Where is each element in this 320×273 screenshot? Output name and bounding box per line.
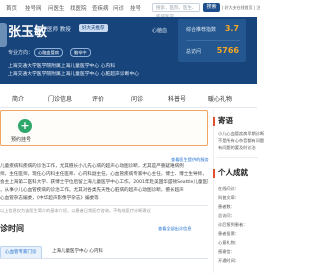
profile-tabs: 简介 门诊信息 评价 问诊 科普号 暖心礼物 bbox=[0, 89, 257, 108]
achievement-row: 感谢信： bbox=[218, 249, 235, 254]
specialty-chip[interactable]: 心脑血管病 bbox=[34, 48, 63, 57]
doctor-title: 主任医师 教授 bbox=[36, 27, 71, 33]
score-label: 综合推荐指数 bbox=[186, 27, 217, 33]
achievement-row: 诊后报到患者： bbox=[218, 222, 248, 227]
score-value: 3.7 bbox=[224, 24, 239, 33]
heading-accent bbox=[213, 117, 215, 126]
schedule-heading: 诊时间 bbox=[0, 224, 24, 233]
nav-item-disease[interactable]: 查疾病 bbox=[92, 4, 109, 12]
nav-item-find-hospital[interactable]: 找医院 bbox=[70, 4, 87, 12]
achievement-row: 心意礼物： bbox=[218, 240, 239, 245]
stats-divider bbox=[186, 40, 240, 41]
visits-label: 总访问 bbox=[186, 49, 202, 55]
intro-line: 师，主任医师，现任心内科主任医师、心内科副主任，心血管疾病专家中心主任，博士、博… bbox=[0, 172, 207, 177]
achievement-row: 患者投票： bbox=[218, 231, 239, 236]
disclaimer-note: 以上信息仅为该医生简介的基本介绍，以患者日常医疗咨询，不构成医疗诊断建议 bbox=[0, 208, 151, 213]
tab-articles[interactable]: 科普号 bbox=[168, 94, 186, 103]
tab-gifts[interactable]: 暖心礼物 bbox=[208, 94, 232, 103]
nav-item-register[interactable]: 挂号网 bbox=[25, 4, 42, 12]
achievement-row: 科普文章： bbox=[218, 195, 239, 200]
good-at-label: 专业方向： bbox=[8, 50, 34, 56]
right-sidebar: 寄语 小儿心血管疾病早期诊断 不是所有心杂音都有问题 有问题的要及时诊治 个人成… bbox=[213, 110, 264, 273]
letter-line: 不是所有心杂音都有问题 bbox=[218, 138, 265, 143]
top-right-links[interactable]: | 好大夫在线首页 | 注 bbox=[222, 5, 261, 11]
nav-item-ask-doctor[interactable]: 问医生 bbox=[48, 4, 65, 12]
section-divider bbox=[0, 205, 208, 206]
visits-value: 5766 bbox=[216, 46, 239, 55]
achievement-row: 总访问： bbox=[218, 213, 235, 218]
doctor-header: 张玉敏 主任医师 教授 好大夫推荐 心脑血 专业方向： 心脑血管病 脑卒中 上海… bbox=[0, 17, 257, 84]
schedule-divider bbox=[0, 258, 208, 259]
view-all-schedule-link[interactable]: 查看全部出诊信息 bbox=[158, 226, 192, 232]
letter-line: 有问题的要及时诊治 bbox=[218, 145, 256, 150]
achievement-row: 在线问诊： bbox=[218, 186, 239, 191]
achievement-heading: 个人成就 bbox=[218, 168, 248, 177]
search-button[interactable]: 搜索 bbox=[203, 3, 220, 12]
heading-accent bbox=[213, 169, 215, 178]
tab-reviews[interactable]: 评价 bbox=[92, 94, 104, 103]
intro-line: 会主上海第二医科大学、获博士学位后留上海儿童医学中心工作。2001年赴美国华盛顿… bbox=[0, 180, 208, 185]
nav-item-home[interactable]: 首页 bbox=[6, 4, 17, 12]
letter-heading: 寄语 bbox=[218, 116, 233, 125]
plus-icon: + bbox=[18, 119, 32, 133]
appointment-label: 预约挂号 bbox=[11, 137, 32, 143]
recommend-badge: 好大夫推荐 bbox=[79, 24, 108, 32]
letter-line: 小儿心血管疾病早期诊断 bbox=[218, 131, 265, 136]
intro-line: 儿童疾病科疾病的诊治工作，尤其擅长小儿先心病的超声心动图诊断，尤其是严重疑难病例 bbox=[0, 164, 184, 169]
tab-intro[interactable]: 简介 bbox=[12, 94, 24, 103]
achievement-row: 开通时间： bbox=[218, 258, 239, 263]
hospital-link[interactable]: 上海交通大学医学院附属上海儿童医学中心 心脏超声诊断中心 bbox=[8, 70, 139, 77]
doctor-intro: 儿童疾病科疾病的诊治工作，尤其擅长小儿先心病的超声心动图诊断，尤其是严重疑难病例… bbox=[0, 163, 208, 203]
tab-consult[interactable]: 问诊 bbox=[131, 94, 143, 103]
search-input[interactable]: 搜索，医院、医生、疾病医学 bbox=[152, 3, 200, 20]
hospital-link[interactable]: 上海交通大学医学院附属上海儿童医学中心 心内科 bbox=[8, 62, 115, 69]
intro-line: 心血管杂志编委，《中华超声影像学杂志》编委等 bbox=[0, 196, 99, 201]
top-pick-label: 心脑血 bbox=[152, 28, 168, 34]
avatar bbox=[0, 23, 7, 47]
appointment-card[interactable]: + 预约挂号 bbox=[0, 110, 208, 146]
schedule-tab-hospital[interactable]: 上海儿童医学中心 心内科 bbox=[48, 246, 107, 257]
tab-clinic[interactable]: 门诊信息 bbox=[48, 94, 72, 103]
nav-item-appointment[interactable]: 挂号 bbox=[130, 4, 141, 12]
specialty-chip[interactable]: 脑卒中 bbox=[70, 48, 91, 57]
sidebar-divider bbox=[217, 157, 258, 158]
stats-panel: 综合推荐指数 3.7 总访问 5766 bbox=[178, 19, 246, 62]
nav-item-consult[interactable]: 问诊 bbox=[113, 4, 124, 12]
top-nav: 首页 挂号网 问医生 找医院 查疾病 问诊 挂号 搜索，医院、医生、疾病医学 搜… bbox=[0, 0, 261, 20]
achievement-row: 患者数： bbox=[218, 204, 235, 209]
intro-line: ，从事小儿心血管疾病的诊治工作。尤其对各类先天性心脏病的超声心动图诊断，擅长超声 bbox=[0, 188, 184, 193]
